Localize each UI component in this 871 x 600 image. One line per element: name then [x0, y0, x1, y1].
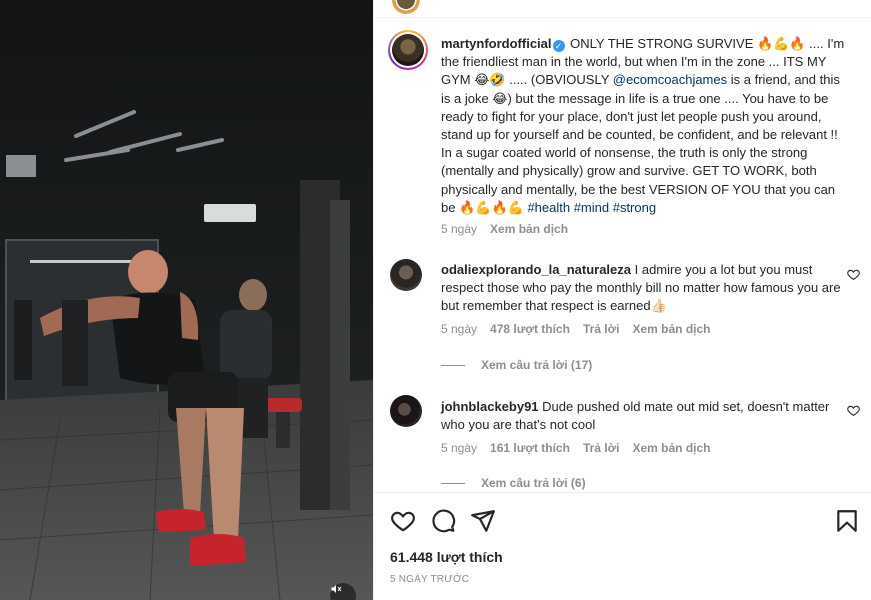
comment-text: odaliexplorando_la_naturaleza I admire y… [441, 261, 846, 316]
replies-divider [441, 364, 465, 366]
caption-username[interactable]: martynfordofficial [441, 36, 552, 51]
post-header [374, 0, 871, 18]
view-replies-label: Xem câu trả lời (17) [481, 358, 593, 372]
replies-divider [441, 482, 465, 484]
post-date[interactable]: 5 NGÀY TRƯỚC [390, 574, 469, 585]
comment-username[interactable]: odaliexplorando_la_naturaleza [441, 262, 631, 277]
caption-mention-link[interactable]: @ecomcoachjames [613, 72, 727, 87]
comment-reply-button[interactable]: Trả lời [583, 441, 620, 455]
comment-translate-button[interactable]: Xem bản dịch [632, 441, 710, 455]
comment-icon[interactable] [430, 508, 456, 534]
comment-like-heart-icon[interactable] [847, 404, 860, 417]
caption-body-2: is a friend, and this is a joke 😂) but t… [441, 72, 840, 215]
comment-timestamp[interactable]: 5 ngày [441, 322, 477, 336]
comments-list[interactable]: martynfordofficial ✓ ONLY THE STRONG SURV… [374, 18, 871, 492]
comment-reply-button[interactable]: Trả lời [583, 322, 620, 336]
comment-timestamp[interactable]: 5 ngày [441, 441, 477, 455]
gym-video-frame [0, 0, 373, 600]
share-icon[interactable] [470, 508, 496, 534]
caption-hashtags[interactable]: #health #mind #strong [527, 200, 656, 215]
post-actions: 61.448 lượt thích 5 NGÀY TRƯỚC [374, 492, 871, 600]
post-side-panel: martynfordofficial ✓ ONLY THE STRONG SURV… [373, 0, 871, 600]
comment-like-count[interactable]: 161 lượt thích [490, 441, 570, 455]
comment-like-heart-icon[interactable] [847, 268, 860, 281]
like-count[interactable]: 61.448 lượt thích [390, 549, 503, 565]
comment-translate-button[interactable]: Xem bản dịch [632, 322, 710, 336]
comment-meta: 5 ngày 478 lượt thích Trả lời Xem bản dị… [441, 322, 711, 336]
comment-like-count[interactable]: 478 lượt thích [490, 322, 570, 336]
heart-icon[interactable] [390, 508, 416, 534]
comment-avatar[interactable] [390, 259, 422, 291]
comment-meta: 5 ngày 161 lượt thích Trả lời Xem bản dị… [441, 441, 711, 455]
caption-text: martynfordofficial ✓ ONLY THE STRONG SURV… [441, 35, 846, 217]
bookmark-icon[interactable] [834, 508, 860, 534]
comment-avatar[interactable] [390, 395, 422, 427]
view-replies-label: Xem câu trả lời (6) [481, 476, 586, 490]
view-replies-button[interactable]: Xem câu trả lời (6) [441, 476, 586, 490]
view-replies-button[interactable]: Xem câu trả lời (17) [441, 358, 592, 372]
comment-username[interactable]: johnblackeby91 [441, 399, 539, 414]
caption-translate-button[interactable]: Xem bản dịch [490, 222, 568, 236]
verified-badge-icon: ✓ [552, 40, 565, 52]
comment-text: johnblackeby91 Dude pushed old mate out … [441, 398, 846, 434]
author-avatar[interactable] [392, 0, 420, 14]
caption-meta: 5 ngày Xem bản dịch [441, 222, 568, 236]
caption-timestamp[interactable]: 5 ngày [441, 222, 477, 236]
caption-author-avatar[interactable] [388, 30, 428, 70]
post-video[interactable] [0, 0, 373, 600]
